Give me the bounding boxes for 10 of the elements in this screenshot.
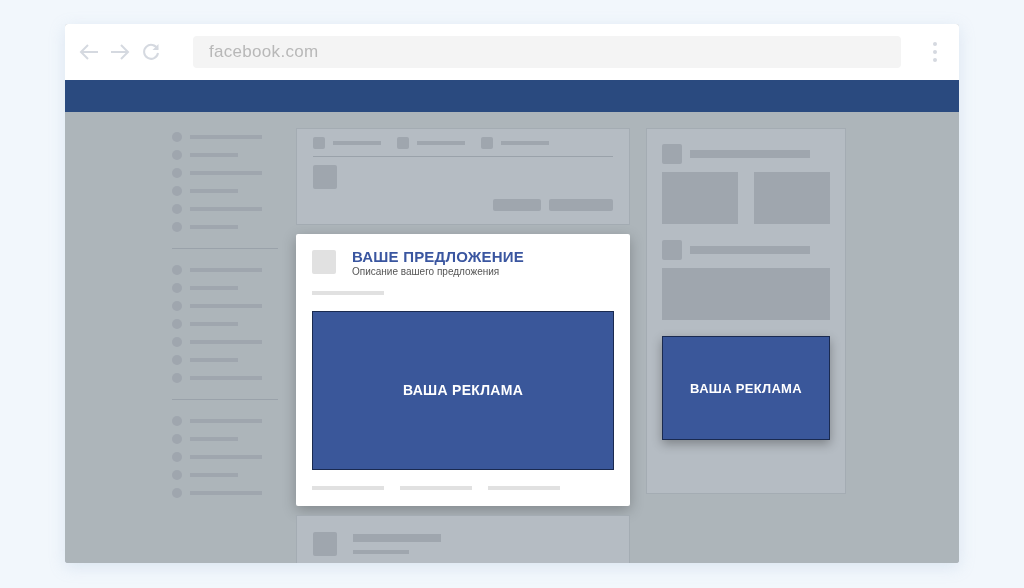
ad-banner: ВАША РЕКЛАМА: [662, 336, 830, 440]
avatar-placeholder: [312, 250, 336, 274]
ad-banner: ВАША РЕКЛАМА: [312, 310, 614, 470]
menu-icon[interactable]: [933, 42, 937, 62]
reload-icon[interactable]: [141, 42, 161, 62]
forward-icon[interactable]: [110, 44, 130, 60]
ad-title: ВАШЕ ПРЕДЛОЖЕНИЕ: [352, 248, 525, 265]
ad-description: Описание вашего предложения: [352, 266, 501, 277]
back-icon[interactable]: [79, 44, 99, 60]
address-field[interactable]: facebook.com: [193, 36, 901, 68]
